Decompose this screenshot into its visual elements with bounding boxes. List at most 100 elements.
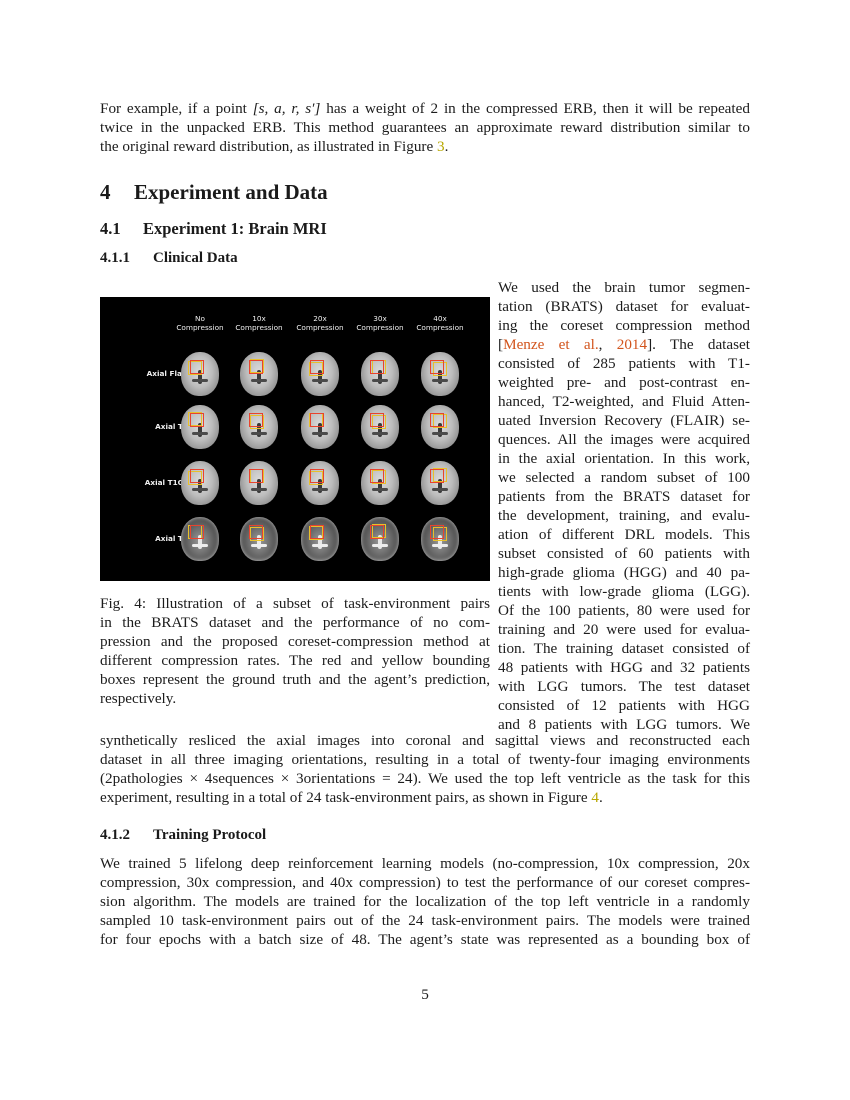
column-header-line2: Compression [296,323,344,332]
text-run: experiment, resulting in a total of 24 t… [100,789,592,806]
row-header: Axial T2 [155,534,188,543]
ventricle-shape [312,544,329,548]
mri-slice [301,405,339,449]
training-line: sampled 10 task-environment pairs out of… [100,912,750,929]
column-header-line1: 20x [313,314,327,323]
column-header-line1: 10x [252,314,266,323]
training-line: compression, 30x compression, and 40x co… [100,874,750,891]
mri-slice [361,352,399,396]
clinical-data-paragraph: We used the brain tumor segmen-tation (B… [498,278,750,734]
ground-truth-bbox [430,469,444,483]
mri-slice [240,461,278,505]
ground-truth-bbox [370,413,384,427]
training-protocol-paragraph: We trained 5 lifelong deep reinforcement… [100,854,750,949]
mri-slice [361,405,399,449]
ventricle-shape [432,544,449,548]
ground-truth-bbox [249,360,263,374]
ground-truth-bbox [310,525,324,539]
subsubsection-heading-clinical: 4.1.1 Clinical Data [100,250,238,267]
section-title: Experiment and Data [134,180,328,204]
row-header: Axial T1 [155,422,188,431]
subsubsection-heading-training: 4.1.2 Training Protocol [100,827,266,844]
subsubsection-title: Training Protocol [153,827,267,843]
mri-slice [181,405,219,449]
column-header: 10x Compression [228,314,290,332]
clinical-line: 48 patients with HGG and 32 patients [498,659,750,676]
ventricle-shape [432,488,449,492]
subsection-title: Experiment 1: Brain MRI [143,219,327,238]
column-header-line1: 40x [433,314,447,323]
mri-slice [301,517,339,561]
ground-truth-bbox [190,413,204,427]
ground-truth-bbox [310,469,324,483]
section-heading: 4 Experiment and Data [100,180,328,205]
mri-slice [240,517,278,561]
clinical-cont-line: experiment, resulting in a total of 24 t… [100,788,750,807]
caption-line: Fig. 4: Illustration of a subset of task… [100,595,490,612]
mri-slice [421,352,459,396]
text-run: ]. The dataset [647,336,751,353]
clinical-line: [Menze et al., 2014]. The dataset [498,335,750,354]
ventricle-shape [251,379,268,383]
mri-slice [421,405,459,449]
figure-4-caption: Fig. 4: Illustration of a subset of task… [100,594,490,708]
column-header-line2: Compression [416,323,464,332]
caption-line: respectively. [100,690,177,707]
ventricle-shape [312,379,329,383]
column-header: 40x Compression [409,314,471,332]
ground-truth-bbox [310,360,324,374]
math-tuple: [s, a, r, s′] [252,100,321,117]
clinical-line: ing the coreset compression method [498,317,750,334]
clinical-line: training and 20 were used for evalua- [498,621,750,638]
mri-slice [181,517,219,561]
intro-line-2: twice in the unpacked ERB. This method g… [100,119,750,136]
training-line: We trained 5 lifelong deep reinforcement… [100,855,750,872]
clinical-line: weighted pre- and post-contrast en- [498,374,750,391]
clinical-line: hanced, T2-weighted, and Fluid Atten- [498,393,750,410]
paper-page: For example, if a point [s, a, r, s′] ha… [0,0,850,1100]
row-header: Axial T1CE [144,478,188,487]
ventricle-shape [372,432,389,436]
ventricle-shape [312,432,329,436]
caption-line: pression and the proposed coreset-compre… [100,633,490,650]
clinical-line: ation of different DRL models. This [498,526,750,543]
mri-slice [301,352,339,396]
clinical-line: high-grade glioma (HGG) and 40 pa- [498,564,750,581]
caption-line: different compression rates. The red and… [100,652,490,669]
ventricle-shape [432,379,449,383]
training-line: for four epochs with a batch size of 48.… [100,931,750,948]
citation-year-link[interactable]: 2014 [617,336,647,353]
figure-4-link[interactable]: 4 [591,789,599,806]
clinical-line: uated Inversion Recovery (FLAIR) se- [498,412,750,429]
mri-slice [421,461,459,505]
mri-slice [361,517,399,561]
figure-4-mri-grid: No Compression 10x Compression 20x Compressio… [100,297,490,581]
column-header: 30x Compression [349,314,411,332]
subsubsection-number: 4.1.2 [100,827,130,843]
column-header: 20x Compression [289,314,351,332]
column-header-line1: 30x [373,314,387,323]
ventricle-shape [251,544,268,548]
column-header-line2: Compression [176,323,224,332]
figure-3-link[interactable]: 3 [437,138,445,155]
ventricle-shape [251,432,268,436]
training-line: sion algorithm. The models are trained f… [100,893,750,910]
citation-menze-link[interactable]: Menze et al. [503,336,599,353]
subsubsection-title: Clinical Data [153,250,238,266]
ventricle-shape [192,544,209,548]
ground-truth-bbox [190,360,204,374]
ground-truth-bbox [430,360,444,374]
ground-truth-bbox [249,525,263,539]
ventricle-shape [192,488,209,492]
mri-slice [240,352,278,396]
ground-truth-bbox [310,413,324,427]
intro-line-1: For example, if a point [s, a, r, s′] ha… [100,100,750,117]
ground-truth-bbox [190,525,204,539]
ground-truth-bbox [190,469,204,483]
clinical-line: Of the 100 patients, 80 were used for [498,602,750,619]
clinical-line: consisted of 285 patients with T1- [498,355,750,372]
subsection-heading: 4.1 Experiment 1: Brain MRI [100,219,327,239]
ground-truth-bbox [430,413,444,427]
ventricle-shape [432,432,449,436]
section-number: 4 [100,180,111,204]
